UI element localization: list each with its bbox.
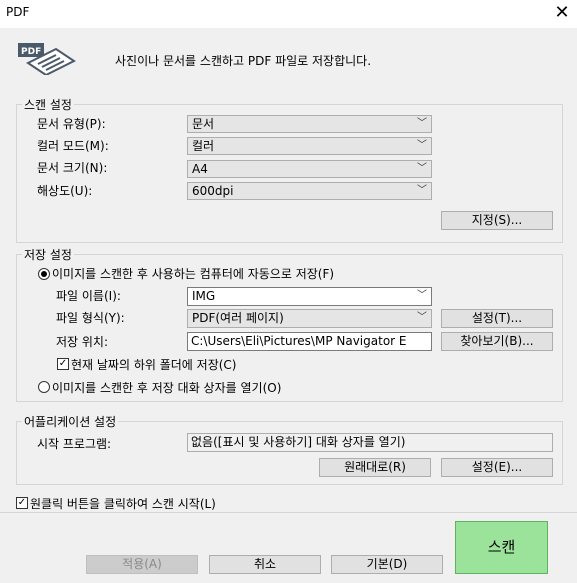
scan-button[interactable]: 스캔 xyxy=(455,521,548,574)
default-button[interactable]: 기본(D) xyxy=(331,555,443,574)
open-dialog-radio[interactable] xyxy=(38,381,50,393)
app-settings-button[interactable]: 설정(E)... xyxy=(441,458,553,477)
chevron-down-icon: ﹀ xyxy=(417,118,427,129)
doc-size-select[interactable]: A4 ﹀ xyxy=(187,160,432,178)
svg-text:PDF: PDF xyxy=(21,47,41,57)
window-title: PDF xyxy=(6,5,30,19)
save-location-label: 저장 위치: xyxy=(56,335,109,349)
resolution-value: 600dpi xyxy=(192,184,234,198)
restore-button[interactable]: 원래대로(R) xyxy=(319,458,431,477)
file-name-combo[interactable]: IMG ﹀ xyxy=(187,287,432,306)
doc-type-select[interactable]: 문서 ﹀ xyxy=(187,115,432,133)
title-bar xyxy=(0,0,577,28)
footer-divider xyxy=(0,512,577,513)
header-description: 사진이나 문서를 스캔하고 PDF 파일로 저장합니다. xyxy=(115,54,372,68)
resolution-select[interactable]: 600dpi ﹀ xyxy=(187,182,432,200)
file-type-value: PDF(여러 페이지) xyxy=(192,311,284,325)
chevron-down-icon: ﹀ xyxy=(417,290,427,301)
specify-button[interactable]: 지정(S)... xyxy=(441,211,553,230)
close-icon[interactable]: ✕ xyxy=(552,3,572,23)
save-settings-label: 저장 설정 xyxy=(22,246,74,263)
browse-button[interactable]: 찾아보기(B)... xyxy=(441,332,553,351)
file-name-label: 파일 이름(I): xyxy=(56,289,121,303)
pdf-icon: PDF xyxy=(16,41,76,77)
start-program-label: 시작 프로그램: xyxy=(37,437,112,451)
apply-button[interactable]: 적용(A) xyxy=(86,555,198,574)
color-mode-select[interactable]: 컬러 ﹀ xyxy=(187,137,432,155)
chevron-down-icon: ﹀ xyxy=(417,185,427,196)
subfolder-checkbox[interactable]: ✓ xyxy=(57,358,69,370)
color-mode-value: 컬러 xyxy=(192,139,215,153)
doc-type-label: 문서 유형(P): xyxy=(37,117,106,131)
chevron-down-icon: ﹀ xyxy=(417,312,427,323)
open-dialog-radio-label[interactable]: 이미지를 스캔한 후 저장 대화 상자를 열기(O) xyxy=(52,379,281,396)
file-type-select[interactable]: PDF(여러 페이지) ﹀ xyxy=(187,309,432,328)
one-click-checkbox[interactable]: ✓ xyxy=(16,497,28,509)
auto-save-radio[interactable] xyxy=(38,268,50,280)
start-program-field: 없음([표시 및 사용하기] 대화 상자를 열기) xyxy=(187,433,553,452)
subfolder-checkbox-label[interactable]: 현재 날짜의 하위 폴더에 저장(C) xyxy=(71,356,236,373)
color-mode-label: 컬러 모드(M): xyxy=(37,139,109,153)
file-type-settings-button[interactable]: 설정(T)... xyxy=(441,309,553,328)
resolution-label: 해상도(U): xyxy=(37,184,93,198)
doc-size-label: 문서 크기(N): xyxy=(37,161,108,175)
file-name-value: IMG xyxy=(192,289,216,303)
scan-settings-label: 스캔 설정 xyxy=(22,96,74,113)
auto-save-radio-label[interactable]: 이미지를 스캔한 후 사용하는 컴퓨터에 자동으로 저장(F) xyxy=(52,265,334,282)
doc-type-value: 문서 xyxy=(192,117,215,131)
chevron-down-icon: ﹀ xyxy=(417,163,427,174)
one-click-checkbox-label[interactable]: 원클릭 버튼을 클릭하여 스캔 시작(L) xyxy=(30,495,216,512)
cancel-button[interactable]: 취소 xyxy=(209,555,321,574)
app-settings-label: 어플리케이션 설정 xyxy=(22,413,119,430)
doc-size-value: A4 xyxy=(192,162,208,176)
save-location-field[interactable]: C:\Users\Eli\Pictures\MP Navigator E xyxy=(187,332,432,351)
file-type-label: 파일 형식(Y): xyxy=(56,311,125,325)
chevron-down-icon: ﹀ xyxy=(417,140,427,151)
